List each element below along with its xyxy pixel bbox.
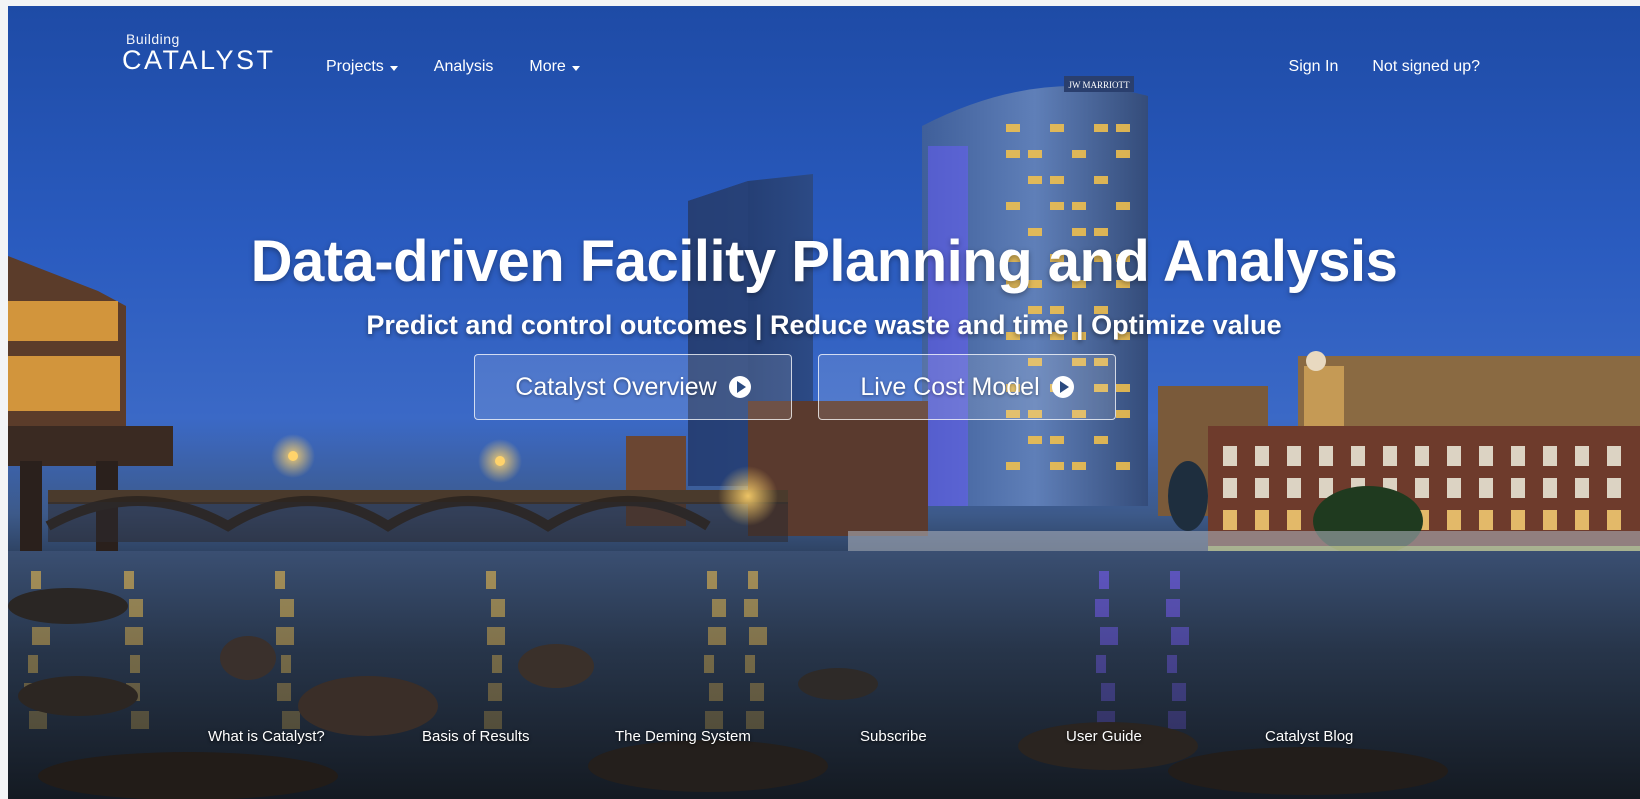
- catalyst-overview-button[interactable]: Catalyst Overview: [474, 354, 792, 420]
- nav-projects-dropdown[interactable]: Projects: [326, 58, 398, 76]
- top-navbar: Building CATALYST Projects Analysis More…: [8, 6, 1640, 106]
- footer-links: What is Catalyst? Basis of Results The D…: [8, 728, 1640, 752]
- footer-subscribe-link[interactable]: Subscribe: [860, 728, 927, 745]
- caret-down-icon: [389, 65, 398, 71]
- brand-line-1: Building: [126, 31, 180, 47]
- play-circle-icon: [728, 376, 751, 398]
- catalyst-overview-label: Catalyst Overview: [515, 372, 717, 401]
- sign-up-link[interactable]: Not signed up?: [1372, 58, 1480, 76]
- live-cost-model-button[interactable]: Live Cost Model: [818, 354, 1116, 420]
- sign-in-link[interactable]: Sign In: [1289, 58, 1339, 76]
- footer-deming-system-link[interactable]: The Deming System: [615, 728, 751, 745]
- hero-title: Data-driven Facility Planning and Analys…: [250, 229, 1398, 294]
- nav-more-label: More: [529, 58, 566, 75]
- brand-line-2: CATALYST: [122, 45, 276, 75]
- brand-logo[interactable]: Building CATALYST: [122, 32, 276, 74]
- play-circle-icon: [1051, 376, 1074, 398]
- nav-more-dropdown[interactable]: More: [529, 58, 580, 76]
- hero-subtitle: Predict and control outcomes | Reduce wa…: [366, 310, 1282, 340]
- footer-basis-of-results-link[interactable]: Basis of Results: [422, 728, 530, 745]
- footer-catalyst-blog-link[interactable]: Catalyst Blog: [1265, 728, 1353, 745]
- nav-projects-label: Projects: [326, 58, 384, 75]
- caret-down-icon: [571, 65, 580, 71]
- live-cost-model-label: Live Cost Model: [860, 372, 1040, 401]
- footer-user-guide-link[interactable]: User Guide: [1066, 728, 1142, 745]
- footer-what-is-catalyst-link[interactable]: What is Catalyst?: [208, 728, 325, 745]
- nav-analysis-link[interactable]: Analysis: [434, 58, 494, 76]
- account-nav: Sign In Not signed up?: [1255, 58, 1480, 76]
- hero-section: JW MARRIOTT Building CATALYST Projects A…: [8, 6, 1640, 799]
- main-nav: Projects Analysis More: [326, 58, 616, 76]
